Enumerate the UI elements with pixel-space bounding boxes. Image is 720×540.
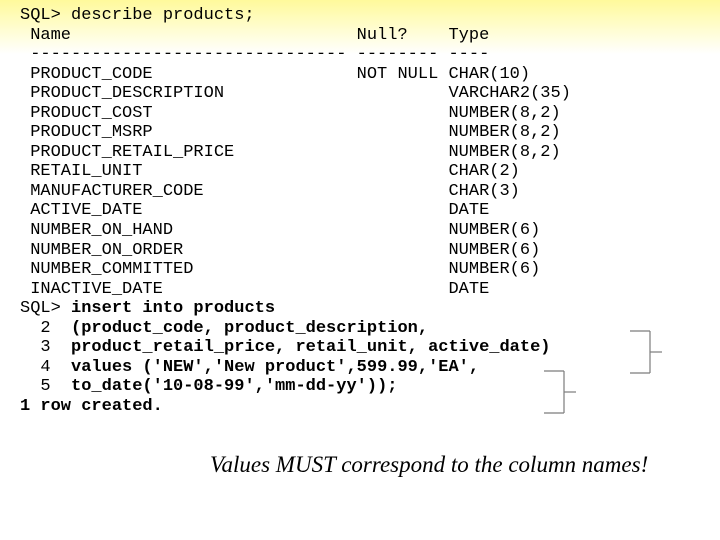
describe-row-4: PRODUCT_RETAIL_PRICE NUMBER(8,2) [20,143,561,162]
insert-line-3: 3 product_retail_price, retail_unit, act… [20,338,551,357]
describe-row-0: PRODUCT_CODE NOT NULL CHAR(10) [20,65,530,84]
describe-output: SQL> describe products; Name Null? Type … [20,6,700,299]
describe-row-10: NUMBER_COMMITTED NUMBER(6) [20,260,540,279]
describe-row-2: PRODUCT_COST NUMBER(8,2) [20,104,561,123]
describe-row-11: INACTIVE_DATE DATE [20,280,489,299]
insert-line-4: 4 values ('NEW','New product',599.99,'EA… [20,358,479,377]
insert-statement: SQL> insert into products 2 (product_cod… [20,299,700,397]
correspondence-note: Values MUST correspond to the column nam… [210,452,648,478]
describe-row-7: ACTIVE_DATE DATE [20,201,489,220]
describe-row-5: RETAIL_UNIT CHAR(2) [20,162,520,181]
describe-row-3: PRODUCT_MSRP NUMBER(8,2) [20,123,561,142]
describe-row-1: PRODUCT_DESCRIPTION VARCHAR2(35) [20,84,571,103]
describe-row-6: MANUFACTURER_CODE CHAR(3) [20,182,520,201]
describe-header: Name Null? Type [20,26,489,45]
insert-result: 1 row created. [20,397,700,417]
slide: SQL> describe products; Name Null? Type … [0,0,720,540]
sql-prompt-describe: SQL> describe products; [20,6,255,25]
insert-line-1: SQL> insert into products [20,299,275,318]
insert-line-2: 2 (product_code, product_description, [20,319,428,338]
describe-sep: ------------------------------- --------… [20,45,489,64]
insert-line-5: 5 to_date('10-08-99','mm-dd-yy')); [20,377,397,396]
describe-row-8: NUMBER_ON_HAND NUMBER(6) [20,221,540,240]
describe-row-9: NUMBER_ON_ORDER NUMBER(6) [20,241,540,260]
